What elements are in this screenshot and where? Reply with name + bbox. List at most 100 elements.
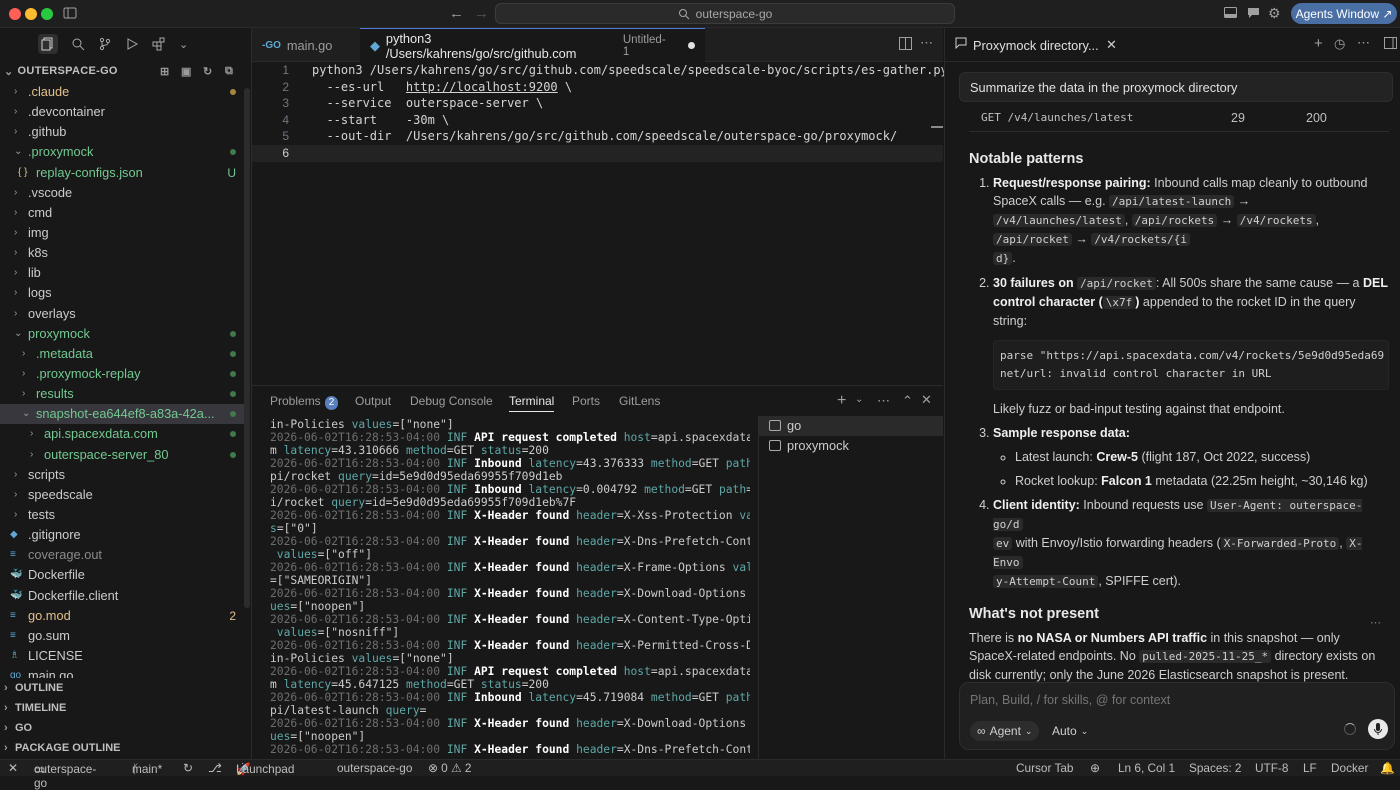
code-url-link[interactable]: http://localhost:9200 (406, 80, 558, 94)
microphone-icon[interactable] (1368, 719, 1388, 739)
tree-item[interactable]: ◆ .gitignore (0, 525, 250, 545)
files-icon[interactable] (38, 34, 58, 54)
status-project[interactable]: outerspace-go (337, 761, 412, 775)
agent-mode-select[interactable]: ∞ Agent ⌄ (970, 721, 1040, 741)
tab-ports[interactable]: Ports (572, 394, 600, 408)
tree-item[interactable]: ⌄ proxymock (0, 324, 250, 344)
bell-icon[interactable]: 🔔 (1380, 761, 1395, 775)
message-more-icon[interactable]: ⋯ (1370, 616, 1381, 629)
status-eol[interactable]: LF (1303, 761, 1317, 775)
new-folder-icon[interactable]: ▣ (181, 65, 192, 78)
section-timeline[interactable]: TIMELINE (0, 698, 250, 718)
tree-item[interactable]: 🐳 Dockerfile.client (0, 586, 250, 606)
chat-icon[interactable] (1247, 6, 1260, 19)
more-actions-icon[interactable]: ⋯ (877, 393, 890, 409)
maximize-panel-icon[interactable]: ⌃ (902, 393, 913, 409)
more-actions-icon[interactable]: ⋯ (1357, 35, 1370, 51)
chevron-down-icon[interactable]: ⌄ (179, 38, 188, 51)
history-icon[interactable]: ◷ (1334, 36, 1345, 52)
terminal-output[interactable]: in-Policies values=["none"] 2026-06-02T16… (270, 418, 750, 760)
status-spaces[interactable]: Spaces: 2 (1189, 761, 1241, 775)
terminal-item-go[interactable]: go (759, 416, 943, 436)
chevron-down-icon[interactable]: ⌄ (855, 394, 863, 405)
close-chat-tab-icon[interactable]: ✕ (1106, 37, 1117, 53)
sync-icon[interactable]: ↻ (183, 761, 193, 775)
tree-item[interactable]: › lib (0, 263, 250, 283)
chat-tab-title[interactable]: Proxymock directory... (973, 38, 1099, 53)
command-center-search[interactable]: outerspace-go (495, 3, 955, 24)
tree-item[interactable]: ≡ go.mod 2 (0, 606, 250, 626)
new-terminal-icon[interactable]: + (837, 392, 846, 410)
terminal-item-proxymock[interactable]: proxymock (759, 436, 943, 456)
section-go[interactable]: GO (0, 718, 250, 738)
status-cursor-tab[interactable]: Cursor Tab (1016, 761, 1073, 775)
maximize-window-button[interactable] (41, 8, 53, 20)
model-select[interactable]: Auto ⌄ (1052, 721, 1088, 741)
tab-output[interactable]: Output (355, 394, 391, 408)
user-message[interactable]: Summarize the data in the proxymock dire… (959, 72, 1393, 102)
more-actions-icon[interactable]: ⋯ (920, 35, 933, 51)
tree-item[interactable]: › .claude (0, 82, 250, 102)
remote-icon[interactable]: ✕ (8, 761, 18, 775)
tree-item[interactable]: › overlays (0, 304, 250, 324)
tree-item[interactable]: › speedscale (0, 485, 250, 505)
tree-item[interactable]: › cmd (0, 203, 250, 223)
tab-debug-console[interactable]: Debug Console (410, 394, 493, 408)
tab-untitled-1[interactable]: ◆ python3 /Users/kahrens/go/src/github.c… (360, 28, 705, 62)
minimize-window-button[interactable] (25, 8, 37, 20)
search-icon[interactable] (71, 37, 85, 51)
gear-icon[interactable]: ⚙ (1268, 5, 1281, 22)
tree-item[interactable]: › .vscode (0, 183, 250, 203)
sidebar-scrollbar[interactable] (244, 88, 250, 608)
toggle-panel-icon[interactable] (1384, 37, 1397, 49)
tab-main-go[interactable]: -GO main.go (252, 28, 360, 62)
tree-item[interactable]: › .metadata (0, 344, 250, 364)
status-problems[interactable]: ⊗ 0 ⚠ 2 (428, 761, 471, 775)
extensions-icon[interactable] (152, 37, 166, 51)
code-editor[interactable]: 1 python3 /Users/kahrens/go/src/github.co… (252, 62, 962, 162)
tree-item[interactable]: › k8s (0, 243, 250, 263)
close-window-button[interactable] (9, 8, 21, 20)
run-debug-icon[interactable] (125, 37, 139, 51)
layout-panel-icon[interactable] (1224, 6, 1237, 19)
tree-item[interactable]: ≡ go.sum (0, 626, 250, 646)
zoom-icon[interactable]: ⊕ (1090, 761, 1100, 775)
refresh-icon[interactable]: ↻ (203, 65, 213, 78)
status-language[interactable]: Docker (1331, 761, 1368, 775)
tree-item[interactable]: ⌄ snapshot-ea644ef8-a83a-42a... (0, 404, 250, 425)
tree-item[interactable]: › img (0, 223, 250, 243)
explorer-root-header[interactable]: ⌄ OUTERSPACE-GO ⊞ ▣ ↻ ⧉ (0, 60, 251, 82)
section-outline[interactable]: OUTLINE (0, 678, 250, 698)
unsaved-dot-icon[interactable] (688, 42, 695, 49)
new-chat-icon[interactable]: + (1314, 35, 1323, 52)
tree-item[interactable]: ♗ LICENSE (0, 646, 250, 666)
tree-item[interactable]: › results (0, 384, 250, 404)
chat-input[interactable] (970, 691, 1380, 709)
source-control-icon[interactable] (98, 37, 112, 51)
tree-item[interactable]: › logs (0, 283, 250, 303)
new-file-icon[interactable]: ⊞ (160, 65, 170, 78)
collapse-all-icon[interactable]: ⧉ (225, 65, 233, 78)
agents-window-button[interactable]: Agents Window ↗ (1291, 3, 1397, 24)
section-package-outline[interactable]: PACKAGE OUTLINE (0, 738, 250, 758)
tree-item[interactable]: ≡ coverage.out (0, 545, 250, 565)
status-encoding[interactable]: UTF-8 (1255, 761, 1288, 775)
tree-item[interactable]: 🐳 Dockerfile (0, 565, 250, 585)
status-position[interactable]: Ln 6, Col 1 (1118, 761, 1175, 775)
tree-item[interactable]: ⌄ .proxymock (0, 142, 250, 162)
tree-item[interactable]: { } replay-configs.json U (0, 163, 250, 183)
tree-item[interactable]: › scripts (0, 465, 250, 485)
close-panel-icon[interactable]: ✕ (921, 392, 932, 408)
tree-item[interactable]: go main.go (0, 666, 250, 678)
tree-item[interactable]: › .github (0, 122, 250, 142)
tree-item[interactable]: › tests (0, 505, 250, 525)
git-graph-icon[interactable]: ⎇ (208, 761, 222, 775)
tab-gitlens[interactable]: GitLens (619, 394, 660, 408)
tree-item[interactable]: › .proxymock-replay (0, 364, 250, 384)
tree-item[interactable]: › .devcontainer (0, 102, 250, 122)
split-editor-icon[interactable] (899, 37, 912, 50)
back-arrow-icon[interactable]: ← (449, 5, 464, 22)
tab-problems[interactable]: Problems 2 (270, 394, 339, 410)
toggle-sidebar-icon[interactable] (63, 6, 77, 20)
tree-item[interactable]: › api.spacexdata.com (0, 424, 250, 444)
